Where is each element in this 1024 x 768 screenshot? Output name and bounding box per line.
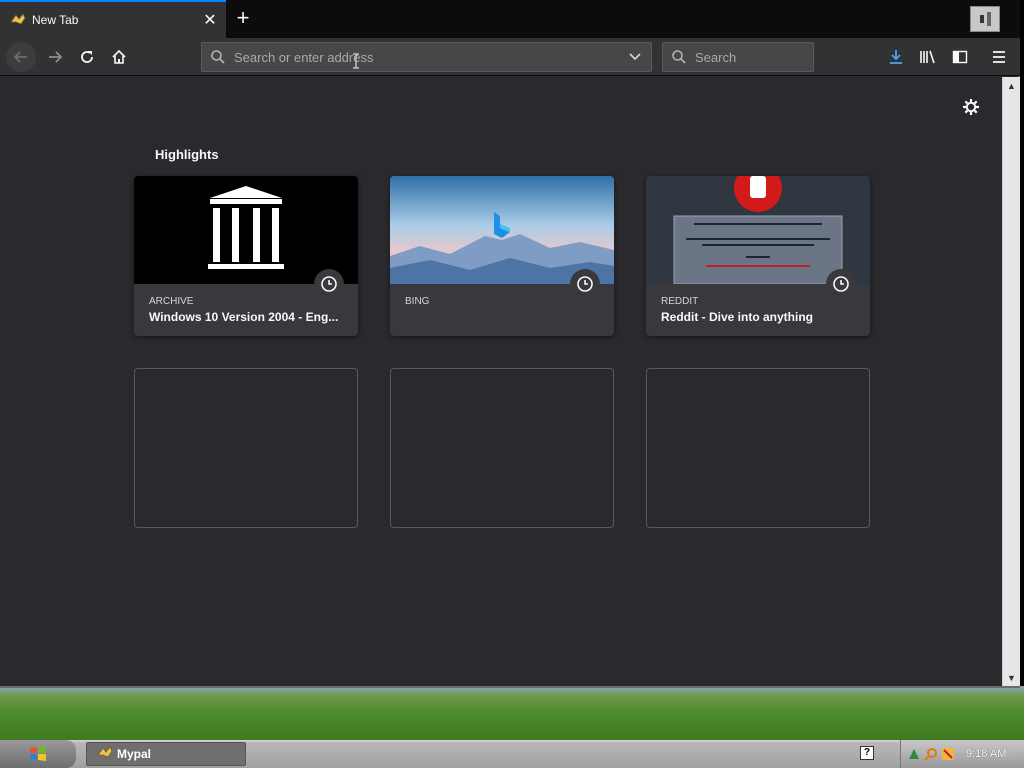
reload-button[interactable] xyxy=(72,42,102,72)
card-domain: REDDIT xyxy=(661,296,699,307)
scroll-down-arrow-icon[interactable]: ▼ xyxy=(1003,669,1020,686)
search-icon xyxy=(211,50,225,64)
card-title: Windows 10 Version 2004 - Eng... xyxy=(149,310,339,324)
vertical-scrollbar[interactable]: ▲ ▼ xyxy=(1002,77,1020,686)
hamburger-menu-button[interactable] xyxy=(984,42,1014,72)
clock-icon xyxy=(321,276,337,292)
search-input[interactable] xyxy=(695,49,813,65)
reddit-block-page-image xyxy=(673,176,843,284)
mypal-icon xyxy=(97,745,113,763)
arrow-right-icon xyxy=(49,51,63,63)
arrow-left-icon xyxy=(13,51,27,63)
tab-new-tab[interactable]: New Tab ✕ xyxy=(0,0,226,38)
network-icon[interactable] xyxy=(907,747,921,761)
forward-button[interactable] xyxy=(40,42,70,72)
taskbar: Mypal ? 9:18 AM xyxy=(0,740,1024,768)
url-input[interactable] xyxy=(234,49,623,65)
new-tab-page: Highlights ARCHIVE Windows 10 Version 20… xyxy=(0,77,1002,686)
url-dropdown-button[interactable] xyxy=(623,45,647,69)
card-domain: ARCHIVE xyxy=(149,296,194,307)
scroll-up-arrow-icon[interactable]: ▲ xyxy=(1003,77,1020,94)
tab-strip: New Tab ✕ + xyxy=(0,0,1020,38)
home-button[interactable] xyxy=(104,42,134,72)
bing-thumbnail xyxy=(390,176,614,284)
bing-mountains-image xyxy=(390,176,614,284)
reload-icon xyxy=(81,51,93,63)
chevron-down-icon xyxy=(629,53,641,61)
screen: New Tab ✕ + Search or enter address Sear… xyxy=(0,0,1024,768)
archive-logo-icon xyxy=(208,186,284,269)
start-button[interactable] xyxy=(0,740,76,768)
history-badge xyxy=(570,269,600,299)
empty-highlight-slot xyxy=(390,368,614,528)
highlight-card-bing[interactable]: BING xyxy=(390,176,614,336)
url-bar[interactable] xyxy=(201,42,652,72)
customize-button[interactable] xyxy=(958,94,984,120)
search-tray-icon[interactable] xyxy=(924,747,938,761)
highlight-card-reddit[interactable]: REDDIT Reddit - Dive into anything xyxy=(646,176,870,336)
browser-window: New Tab ✕ + Search or enter address Sear… xyxy=(0,0,1020,688)
gear-icon xyxy=(963,99,979,115)
search-bar[interactable] xyxy=(662,42,814,72)
desktop-wallpaper xyxy=(0,686,1024,740)
history-badge xyxy=(314,269,344,299)
search-icon xyxy=(672,50,686,64)
windows-logo-icon xyxy=(30,746,46,761)
downloads-button[interactable] xyxy=(881,42,911,72)
clock-icon xyxy=(577,276,593,292)
help-icon[interactable]: ? xyxy=(860,746,874,760)
window-controls[interactable] xyxy=(970,6,1000,32)
archive-thumbnail xyxy=(134,176,358,284)
system-tray: 9:18 AM xyxy=(900,740,1024,768)
card-domain: BING xyxy=(405,296,430,307)
clock-icon xyxy=(833,276,849,292)
window-control-bar xyxy=(979,15,984,23)
sidebar-icon xyxy=(952,50,968,64)
security-icon[interactable] xyxy=(941,747,955,761)
back-button[interactable] xyxy=(6,42,36,72)
highlight-card-archive[interactable]: ARCHIVE Windows 10 Version 2004 - Eng... xyxy=(134,176,358,336)
reddit-thumbnail xyxy=(646,176,870,284)
hamburger-menu-icon xyxy=(993,51,1005,63)
clock[interactable]: 9:18 AM xyxy=(966,748,1006,760)
tab-title: New Tab xyxy=(32,13,79,27)
window-control-bar xyxy=(986,12,991,26)
text-cursor-icon xyxy=(353,53,359,69)
empty-highlight-slot xyxy=(646,368,870,528)
library-button[interactable] xyxy=(913,42,943,72)
mypal-icon xyxy=(10,12,26,28)
taskbar-item-label: Mypal xyxy=(117,747,152,761)
history-badge xyxy=(826,269,856,299)
download-icon xyxy=(890,50,902,64)
home-icon xyxy=(112,49,126,64)
card-title: Reddit - Dive into anything xyxy=(661,310,813,324)
library-icon xyxy=(920,50,935,64)
empty-highlight-slot xyxy=(134,368,358,528)
highlights-heading: Highlights xyxy=(155,147,219,162)
sidebar-button[interactable] xyxy=(945,42,975,72)
taskbar-item-mypal[interactable]: Mypal xyxy=(86,742,246,766)
close-tab-icon[interactable]: ✕ xyxy=(200,10,220,30)
navigation-toolbar xyxy=(0,38,1020,76)
new-tab-button[interactable]: + xyxy=(230,6,256,32)
